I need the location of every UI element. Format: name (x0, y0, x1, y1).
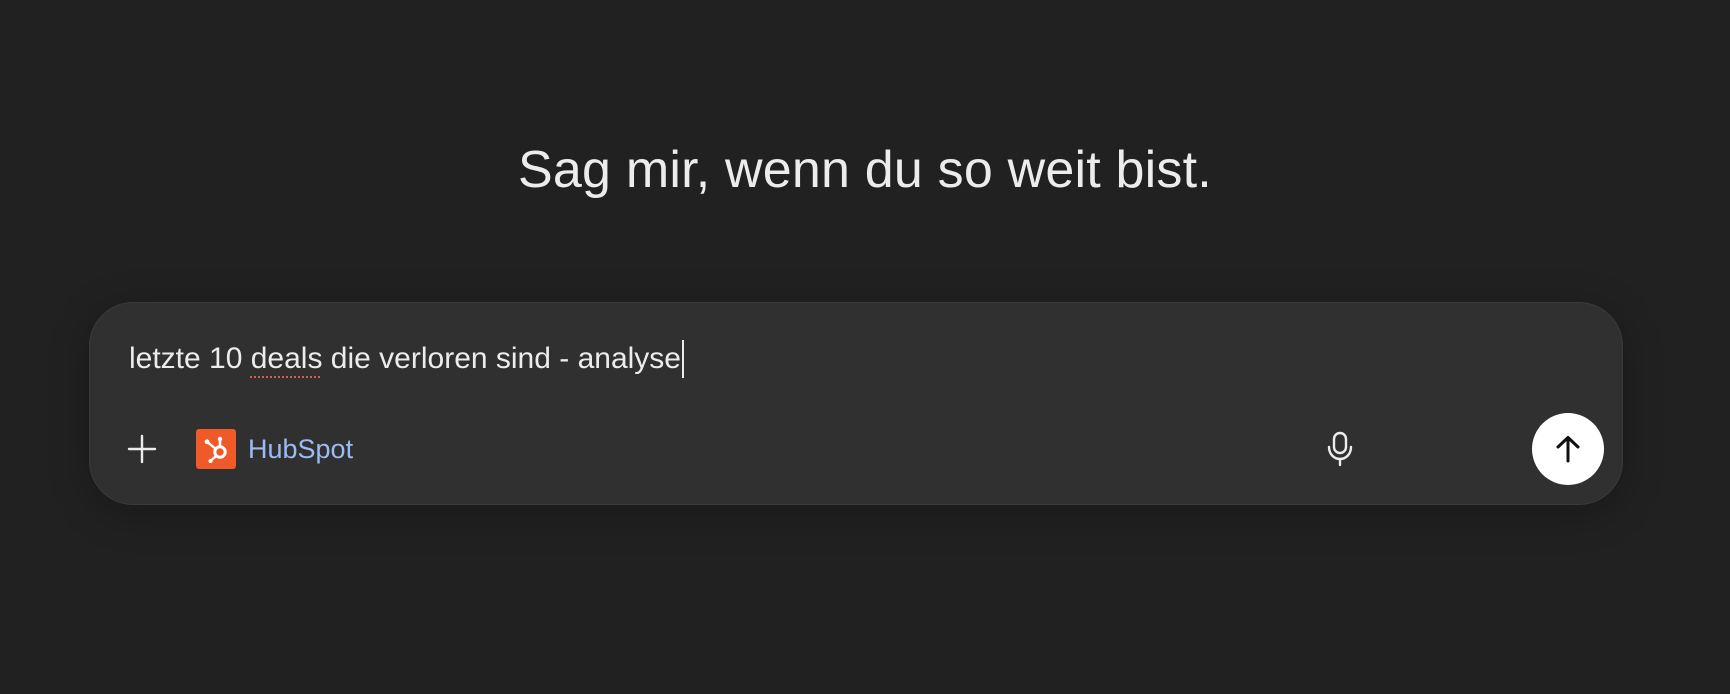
send-button[interactable] (1532, 413, 1604, 485)
prompt-text-end: die verloren sind - analyse (322, 342, 681, 375)
chat-composer[interactable]: letzte 10 deals die verloren sind - anal… (89, 302, 1623, 505)
add-attachment-button[interactable] (118, 425, 166, 473)
composer-toolbar: HubSpot (90, 413, 1622, 485)
text-caret (682, 340, 684, 378)
hubspot-label: HubSpot (248, 433, 354, 464)
prompt-text-start: letzte 10 (129, 342, 251, 375)
plus-icon (127, 434, 157, 464)
voice-input-button[interactable] (1316, 425, 1364, 473)
hubspot-logo-icon (196, 429, 236, 469)
page-title: Sag mir, wenn du so weit bist. (518, 141, 1212, 199)
chat-start-screen: Sag mir, wenn du so weit bist. letzte 10… (0, 0, 1730, 694)
prompt-text-misspelled-word: deals (250, 342, 323, 375)
prompt-input[interactable]: letzte 10 deals die verloren sind - anal… (129, 339, 684, 379)
hubspot-connector-chip[interactable]: HubSpot (196, 429, 353, 469)
arrow-up-icon (1556, 436, 1580, 463)
prompt-text: letzte 10 deals die verloren sind - anal… (129, 342, 681, 376)
microphone-icon (1327, 431, 1353, 467)
